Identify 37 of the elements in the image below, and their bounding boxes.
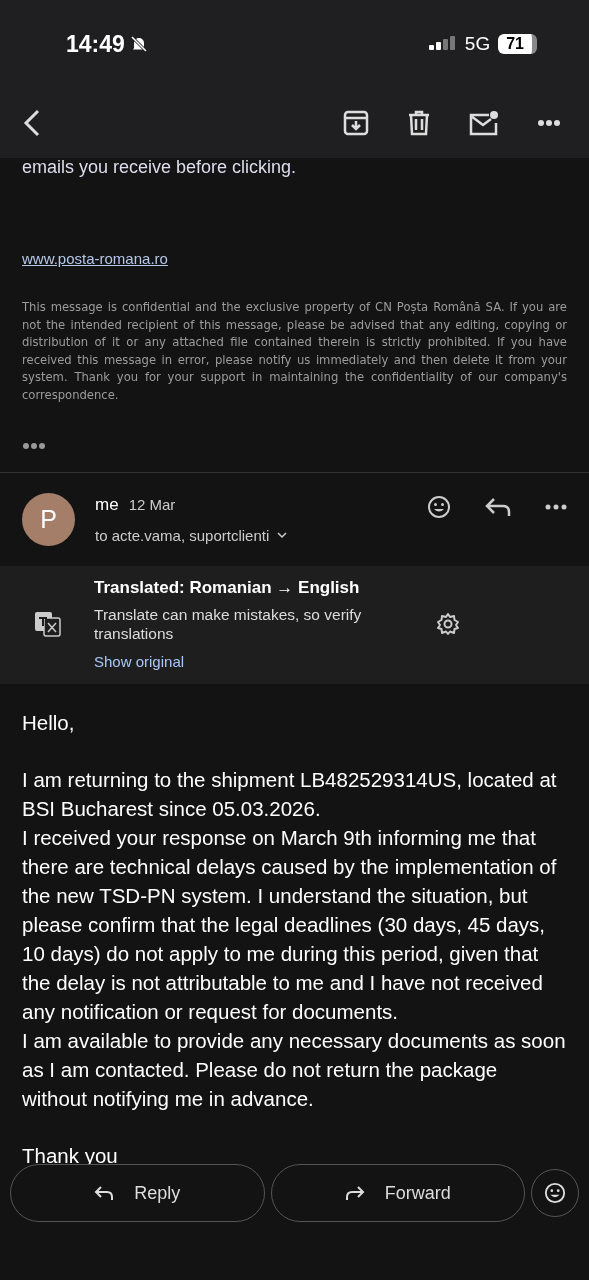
more-icon[interactable] — [22, 442, 46, 450]
message-paragraph: I received your response on March 9th informing me that there are technical delays caused by the implementation of the new TSD-PN system. I understand the situation, but please confirm that the legal deadlines (30 days, 45 days, 10 days) do not apply to me during this period, given that the delay is not attributable to me and I have not received any notification or request for documents. — [22, 825, 558, 1025]
translation-title: Translated: Romanian → English — [94, 578, 360, 598]
status-time: 14:49 — [66, 30, 125, 58]
disclaimer-text: This message is confidential and the exclusive property of CN Poșta Română SA. If you are not the intended recipient of this message, please be advised that any editing, copying or distribution of it or any attached file contained therein is strictly prohibited. If you have received this message in error, please notify us immediately and then delete it from your system. Thank you for your support in maintaining the confidentiality of our company's correspondence. — [22, 299, 567, 404]
network-label: 5G — [464, 33, 491, 55]
avatar: P — [22, 493, 75, 546]
website-link[interactable]: www.posta-romana.ro — [22, 250, 168, 267]
battery-indicator: 71 — [498, 34, 537, 54]
message-paragraph: I am returning to the shipment LB482529314US, located at BSI Bucharest since 05.03.2026. — [22, 767, 558, 822]
emoji-icon — [544, 1182, 566, 1204]
translation-note: Translate can make mistakes, so verify translations — [94, 605, 363, 643]
greeting-text: Hello, — [22, 710, 76, 736]
emoji-button[interactable] — [531, 1169, 579, 1217]
bell-off-icon — [128, 34, 149, 54]
reply-icon[interactable] — [485, 496, 511, 517]
show-original-link[interactable]: Show original — [94, 653, 185, 670]
settings-icon[interactable] — [436, 612, 460, 636]
mail-unread-icon[interactable] — [469, 110, 499, 136]
chevron-down-icon[interactable] — [277, 532, 288, 539]
trash-icon[interactable] — [407, 110, 431, 136]
reply-icon — [94, 1185, 115, 1201]
message-date: 12 Mar — [128, 496, 176, 513]
message-paragraph: I am available to provide any necessary documents as soon as I am contacted. Please do not return the package without notifying me in advance. — [22, 1028, 567, 1112]
action-button[interactable]: Reply — [10, 1164, 265, 1222]
back-icon[interactable] — [22, 109, 42, 137]
forward-icon — [344, 1185, 365, 1201]
signal-icon — [428, 35, 457, 53]
message-text: emails you receive before clicking. — [22, 156, 297, 178]
recipients[interactable]: to acte.vama, suportclienti — [95, 527, 270, 544]
action-button[interactable]: Forward — [270, 1164, 525, 1222]
more-icon[interactable] — [537, 119, 561, 127]
emoji-icon[interactable] — [427, 494, 451, 519]
sender-name: me — [95, 495, 119, 515]
translate-icon — [34, 610, 62, 638]
more-icon[interactable] — [545, 503, 567, 510]
archive-icon[interactable] — [343, 110, 369, 136]
